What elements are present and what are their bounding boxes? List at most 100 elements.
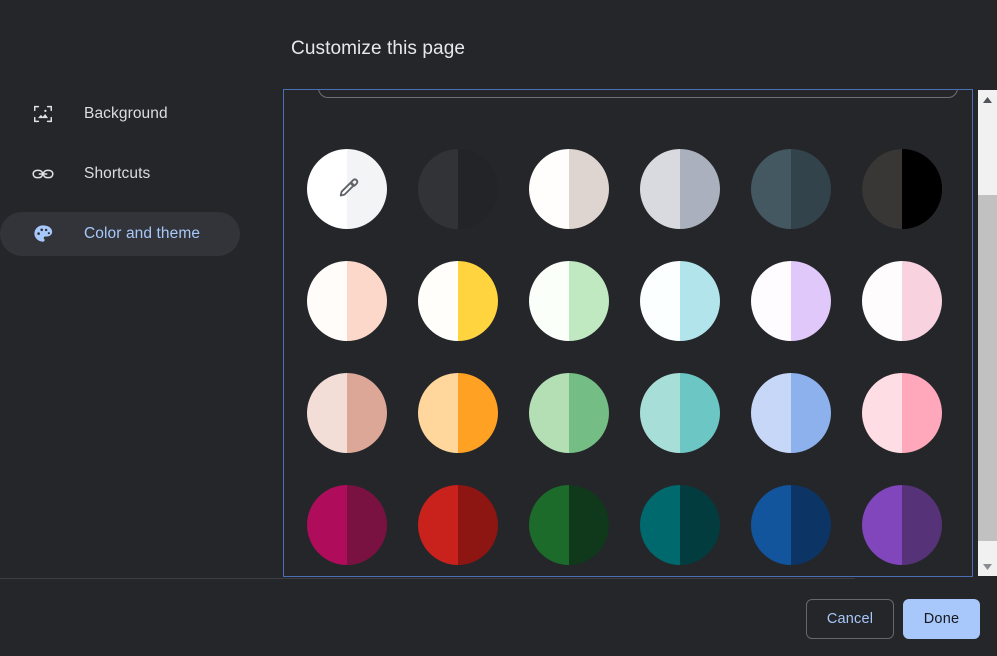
swatch-left-half bbox=[861, 485, 902, 565]
sidebar-item-label: Background bbox=[84, 105, 168, 122]
swatch-cell bbox=[291, 469, 402, 576]
rose-theme[interactable] bbox=[306, 373, 387, 453]
swatch-cell bbox=[846, 469, 957, 576]
blush-white-theme[interactable] bbox=[306, 261, 387, 341]
swatch-right-half bbox=[790, 373, 831, 453]
swatch-left-half bbox=[417, 149, 458, 229]
page-title: Customize this page bbox=[291, 38, 466, 59]
link-icon bbox=[30, 161, 56, 187]
light-grey-theme[interactable] bbox=[639, 149, 720, 229]
swatch-cell bbox=[735, 133, 846, 245]
swatch-cell bbox=[624, 469, 735, 576]
swatch-left-half bbox=[528, 373, 569, 453]
swatch-left-half bbox=[639, 373, 680, 453]
swatch-cell bbox=[735, 357, 846, 469]
swatch-right-half bbox=[679, 373, 720, 453]
scrollbar-thumb[interactable] bbox=[978, 195, 997, 541]
theme-swatch-panel[interactable] bbox=[283, 89, 973, 577]
swatch-cell bbox=[402, 245, 513, 357]
swatch-right-half bbox=[901, 149, 942, 229]
swatch-cell bbox=[513, 245, 624, 357]
done-button[interactable]: Done bbox=[903, 599, 980, 639]
red-theme[interactable] bbox=[417, 485, 498, 565]
swatch-right-half bbox=[568, 373, 609, 453]
swatch-cell bbox=[846, 245, 957, 357]
swatch-right-half bbox=[457, 373, 498, 453]
swatch-left-half bbox=[306, 149, 347, 229]
swatch-right-half bbox=[679, 149, 720, 229]
swatch-cell bbox=[513, 133, 624, 245]
swatch-left-half bbox=[750, 373, 791, 453]
blue-theme[interactable] bbox=[750, 485, 831, 565]
black-theme[interactable] bbox=[861, 149, 942, 229]
dialog-footer: Cancel Done bbox=[0, 579, 997, 656]
sidebar-item-label: Shortcuts bbox=[84, 165, 151, 182]
lavender-theme[interactable] bbox=[750, 261, 831, 341]
swatch-panel-scrollbar[interactable] bbox=[978, 90, 997, 576]
swatch-cell bbox=[291, 245, 402, 357]
purple-theme[interactable] bbox=[861, 485, 942, 565]
swatch-left-half bbox=[306, 485, 347, 565]
swatch-right-half bbox=[457, 485, 498, 565]
customize-page-dialog: Customize this page Background Shortcuts… bbox=[0, 0, 997, 656]
swatch-right-half bbox=[790, 485, 831, 565]
green-theme[interactable] bbox=[528, 373, 609, 453]
slate-blue-theme[interactable] bbox=[750, 149, 831, 229]
dark-teal-theme[interactable] bbox=[639, 485, 720, 565]
swatch-left-half bbox=[861, 261, 902, 341]
swatch-cell bbox=[402, 469, 513, 576]
swatch-left-half bbox=[306, 373, 347, 453]
swatch-cell bbox=[402, 133, 513, 245]
sidebar-item-color-and-theme[interactable]: Color and theme bbox=[0, 212, 240, 256]
swatch-left-half bbox=[750, 485, 791, 565]
mint-theme[interactable] bbox=[528, 261, 609, 341]
swatch-right-half bbox=[790, 149, 831, 229]
dark-grey-theme[interactable] bbox=[417, 149, 498, 229]
swatch-left-half bbox=[639, 149, 680, 229]
scroll-down-arrow-icon[interactable] bbox=[978, 557, 997, 576]
sidebar-item-shortcuts[interactable]: Shortcuts bbox=[0, 152, 240, 196]
swatch-left-half bbox=[528, 485, 569, 565]
swatch-right-half bbox=[901, 373, 942, 453]
cancel-button[interactable]: Cancel bbox=[806, 599, 894, 639]
swatch-cell bbox=[735, 245, 846, 357]
swatch-cell bbox=[846, 357, 957, 469]
cyan-theme[interactable] bbox=[639, 261, 720, 341]
swatch-left-half bbox=[750, 261, 791, 341]
swatch-right-half bbox=[346, 485, 387, 565]
periwinkle-theme[interactable] bbox=[750, 373, 831, 453]
swatch-right-half bbox=[457, 261, 498, 341]
swatch-right-half bbox=[568, 261, 609, 341]
pink-theme[interactable] bbox=[861, 373, 942, 453]
palette-icon bbox=[30, 221, 56, 247]
sidebar-item-background[interactable]: Background bbox=[0, 92, 240, 136]
yellow-theme[interactable] bbox=[417, 261, 498, 341]
white-beige-theme[interactable] bbox=[528, 149, 609, 229]
swatch-cell bbox=[291, 133, 402, 245]
swatch-right-half bbox=[346, 149, 387, 229]
swatch-left-half bbox=[417, 485, 458, 565]
scroll-up-arrow-icon[interactable] bbox=[978, 90, 997, 109]
swatch-cell bbox=[402, 357, 513, 469]
swatch-right-half bbox=[679, 261, 720, 341]
swatch-left-half bbox=[639, 261, 680, 341]
swatch-right-half bbox=[457, 149, 498, 229]
swatch-left-half bbox=[750, 149, 791, 229]
swatch-left-half bbox=[306, 261, 347, 341]
swatch-cell bbox=[513, 469, 624, 576]
swatch-right-half bbox=[901, 261, 942, 341]
swatch-left-half bbox=[861, 373, 902, 453]
swatch-right-half bbox=[901, 485, 942, 565]
swatch-left-half bbox=[417, 261, 458, 341]
image-frame-icon bbox=[30, 101, 56, 127]
custom-color-picker[interactable] bbox=[306, 149, 387, 229]
swatch-right-half bbox=[346, 261, 387, 341]
pale-pink-theme[interactable] bbox=[861, 261, 942, 341]
magenta-theme[interactable] bbox=[306, 485, 387, 565]
teal-theme[interactable] bbox=[639, 373, 720, 453]
sidebar-item-label: Color and theme bbox=[84, 225, 201, 242]
orange-theme[interactable] bbox=[417, 373, 498, 453]
forest-green-theme[interactable] bbox=[528, 485, 609, 565]
swatch-left-half bbox=[639, 485, 680, 565]
swatch-right-half bbox=[568, 485, 609, 565]
